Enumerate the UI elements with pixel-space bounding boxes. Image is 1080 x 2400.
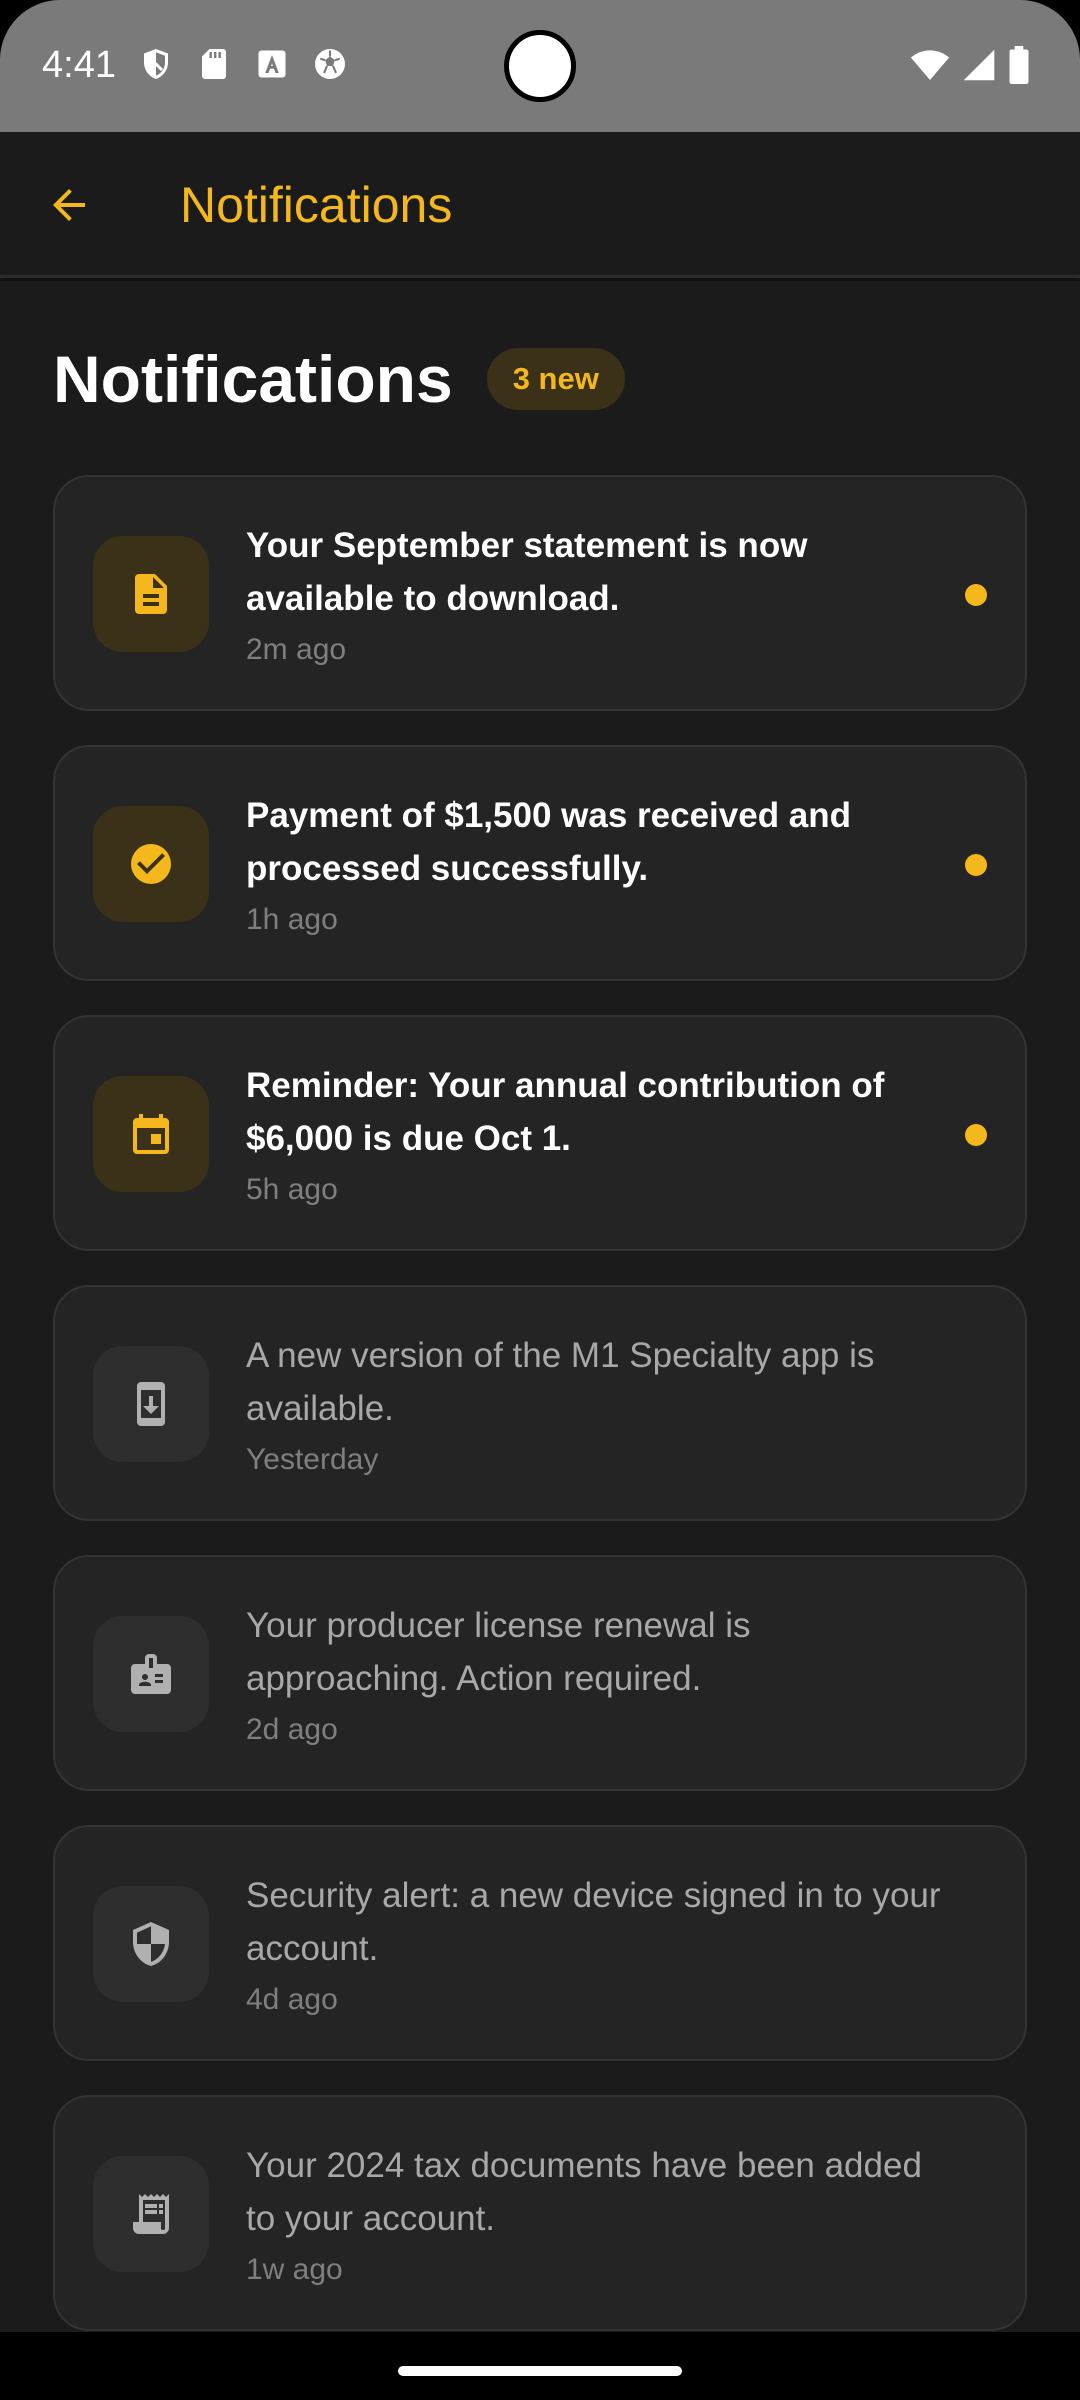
battery-icon <box>1009 46 1029 84</box>
notification-time: 2m ago <box>246 633 347 666</box>
status-right-icons <box>910 46 1030 84</box>
arrow-back-icon <box>53 189 85 221</box>
notification-card[interactable]: Your September statement is now availabl… <box>53 475 1027 711</box>
new-count-badge: 3 new <box>486 348 625 410</box>
home-gesture-handle[interactable] <box>398 2366 682 2376</box>
notification-time: 4d ago <box>246 1983 338 2016</box>
notification-time: 2d ago <box>246 1713 338 1746</box>
notification-card[interactable]: A new version of the M1 Specialty app is… <box>53 1285 1027 1521</box>
back-button[interactable] <box>36 172 102 238</box>
front-camera <box>504 30 576 102</box>
status-left-icons <box>138 46 348 82</box>
notification-card[interactable]: Your 2024 tax documents have been added … <box>53 2095 1027 2331</box>
notification-card[interactable]: Payment of $1,500 was received and proce… <box>53 745 1027 981</box>
font-a-icon <box>258 50 286 78</box>
status-time: 4:41 <box>42 44 116 86</box>
page-title: Notifications <box>53 342 453 416</box>
gesture-nav-bar <box>0 2332 1080 2400</box>
notification-time: 1h ago <box>246 903 338 936</box>
notification-message: Your producer license renewal is approac… <box>246 1606 751 1698</box>
app-bar-title: Notifications <box>180 177 453 233</box>
badge-icon <box>131 1654 171 1694</box>
security-shield-icon <box>133 1922 169 1966</box>
calendar-icon <box>133 1114 169 1154</box>
unread-dot <box>965 584 987 606</box>
notification-icon-box <box>93 1346 209 1462</box>
soccer-ball-icon <box>315 49 345 79</box>
notification-icon-box <box>93 1616 209 1732</box>
wifi-icon <box>910 50 950 80</box>
notification-message: Security alert: a new device signed in t… <box>246 1876 941 1968</box>
notification-icon-box <box>93 536 209 652</box>
notification-message: Payment of $1,500 was received and proce… <box>246 796 852 888</box>
check-circle-icon <box>131 844 171 884</box>
notification-card[interactable]: Security alert: a new device signed in t… <box>53 1825 1027 2061</box>
sd-card-icon <box>202 49 226 79</box>
notification-message: Your 2024 tax documents have been added … <box>246 2146 922 2238</box>
status-bar: 4:41 <box>0 0 1080 132</box>
notification-message: Your September statement is now availabl… <box>246 526 808 618</box>
receipt-icon <box>133 2194 169 2234</box>
notification-icon-box <box>93 1076 209 1192</box>
notification-icon-box <box>93 2156 209 2272</box>
unread-dot <box>965 854 987 876</box>
document-icon <box>135 574 167 614</box>
notifications-content[interactable]: Notifications 3 new Your September state… <box>0 281 1080 2332</box>
heading-row: Notifications 3 new <box>53 341 625 417</box>
notification-message: A new version of the M1 Specialty app is… <box>246 1336 875 1428</box>
system-update-icon <box>137 1382 165 1426</box>
notification-icon-box <box>93 806 209 922</box>
signal-icon <box>963 49 995 81</box>
notification-time: 5h ago <box>246 1173 338 1206</box>
phone-screen: 4:41 Notifications Notifications 3 new Y… <box>0 0 1080 2400</box>
notification-icon-box <box>93 1886 209 2002</box>
notification-card[interactable]: Reminder: Your annual contribution of $6… <box>53 1015 1027 1251</box>
notification-time: Yesterday <box>246 1443 379 1476</box>
notification-list: Your September statement is now availabl… <box>53 475 1027 2332</box>
unread-dot <box>965 1124 987 1146</box>
app-bar: Notifications <box>0 132 1080 278</box>
notification-message: Reminder: Your annual contribution of $6… <box>246 1066 885 1158</box>
notification-card[interactable]: Your producer license renewal is approac… <box>53 1555 1027 1791</box>
notification-time: 1w ago <box>246 2253 343 2286</box>
shield-icon <box>144 49 168 79</box>
